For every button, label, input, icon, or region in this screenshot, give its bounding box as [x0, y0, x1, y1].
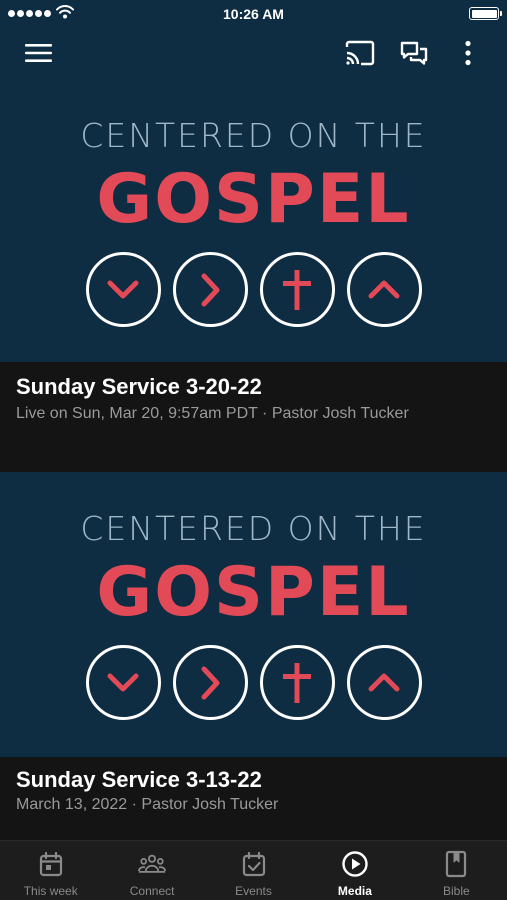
media-title: Sunday Service 3-20-22 [16, 374, 262, 399]
hamburger-menu-icon[interactable] [22, 36, 56, 70]
calendar-icon [37, 850, 65, 878]
more-vertical-icon[interactable] [451, 36, 485, 70]
chevron-up-circle-icon [346, 252, 422, 327]
chevron-down-circle-icon [85, 645, 161, 720]
book-icon [442, 850, 470, 878]
artwork-line2: GOSPEL [96, 160, 411, 239]
tab-bible[interactable]: Bible [406, 841, 507, 900]
artwork-symbols [0, 645, 507, 720]
media-artwork[interactable]: CENTERED ON THE GOSPEL [0, 472, 507, 757]
media-meta: Sunday Service 3-13-22 March 13, 2022 · … [0, 757, 507, 840]
artwork-symbols [0, 252, 507, 327]
media-subtitle: March 13, 2022 · Pastor Josh Tucker [16, 796, 279, 813]
chevron-right-circle-icon [172, 252, 248, 327]
play-circle-icon [341, 850, 369, 878]
tab-this-week[interactable]: This week [0, 841, 101, 900]
battery-icon [469, 7, 502, 20]
cross-circle-icon [259, 252, 335, 327]
tab-connect[interactable]: Connect [101, 841, 202, 900]
media-item[interactable]: CENTERED ON THE GOSPEL Sunday Service 3-… [0, 78, 507, 472]
chevron-up-circle-icon [346, 645, 422, 720]
status-time: 10:26 AM [223, 6, 284, 22]
media-item[interactable]: CENTERED ON THE GOSPEL Sunday Service 3-… [0, 472, 507, 840]
chevron-down-circle-icon [85, 252, 161, 327]
artwork-line1: CENTERED ON THE [80, 509, 427, 548]
chevron-right-circle-icon [172, 645, 248, 720]
media-meta: Sunday Service 3-20-22 Live on Sun, Mar … [0, 362, 507, 472]
tab-label: Connect [129, 884, 175, 898]
tab-label: This week [23, 884, 78, 898]
tab-label: Events [235, 884, 272, 898]
tab-events[interactable]: Events [203, 841, 304, 900]
calendar-check-icon [240, 850, 268, 878]
chat-icon[interactable] [397, 36, 431, 70]
people-icon [138, 850, 167, 878]
tab-label: Media [337, 884, 372, 898]
artwork-line2: GOSPEL [96, 553, 411, 632]
media-title: Sunday Service 3-13-22 [16, 767, 262, 792]
cast-icon[interactable] [343, 36, 377, 70]
media-subtitle: Live on Sun, Mar 20, 9:57am PDT · Pastor… [16, 405, 409, 422]
tab-label: Bible [442, 884, 470, 898]
cross-circle-icon [259, 645, 335, 720]
bottom-tab-bar: This week Connect Events Media Bible [0, 840, 507, 900]
media-artwork[interactable]: CENTERED ON THE GOSPEL [0, 78, 507, 362]
app-header [0, 28, 507, 78]
status-bar: 10:26 AM [0, 0, 507, 28]
tab-media[interactable]: Media [304, 841, 405, 900]
artwork-line1: CENTERED ON THE [80, 116, 427, 155]
